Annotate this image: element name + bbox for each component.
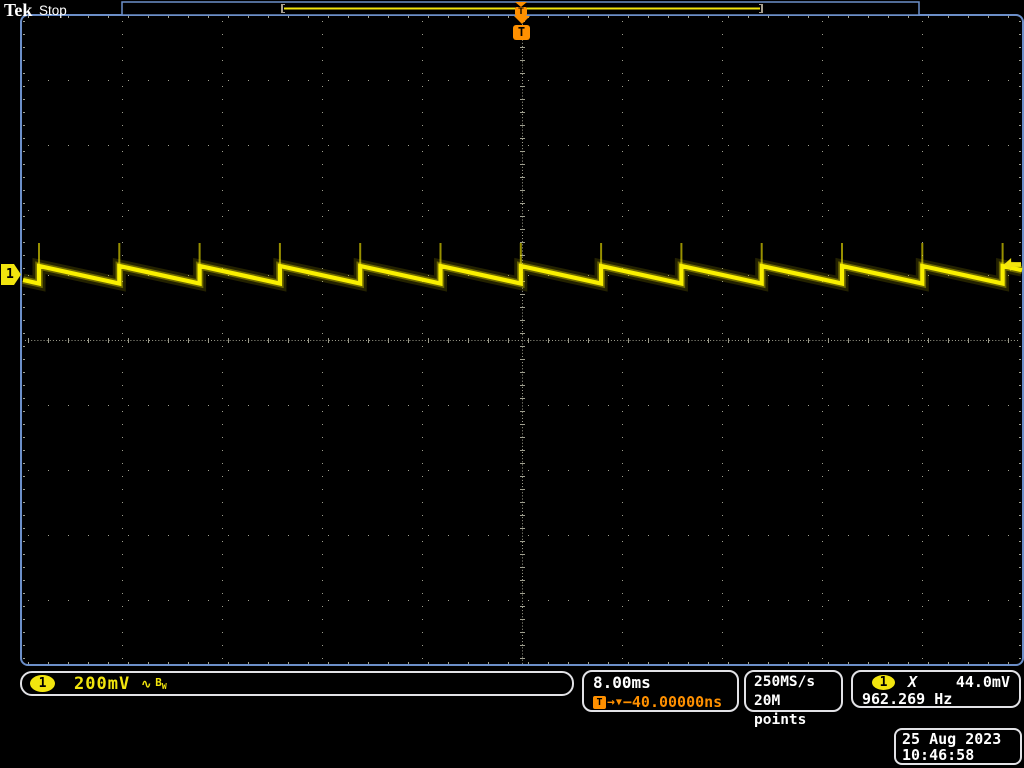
trigger-delay-value: −40.00000ns xyxy=(622,693,723,711)
timebase-scale: 8.00ms xyxy=(593,673,651,692)
graticule-canvas xyxy=(0,0,1024,768)
tek-logo: Tek xyxy=(4,0,33,20)
bw-sub: W xyxy=(161,682,167,692)
measurement-label: X xyxy=(908,673,918,691)
acquisition-status: Stop xyxy=(39,3,67,18)
ac-coupling-icon: ∿ xyxy=(141,676,152,691)
measurement-value: 44.0mV xyxy=(955,673,1010,691)
time-text: 10:46:58 xyxy=(902,746,975,764)
grid-dots xyxy=(23,16,1021,664)
timebase-readout[interactable]: 8.00ms T → ▼ −40.00000ns xyxy=(582,670,739,712)
channel1-readout[interactable]: 1 200mV ∿ BW xyxy=(20,671,574,696)
measurement-frequency: 962.269 Hz xyxy=(862,690,953,708)
trigger-t-badge-icon: T xyxy=(513,25,530,40)
record-length: 20M points xyxy=(754,693,807,728)
bw-main: B xyxy=(155,675,162,689)
waveform-overshoot-spikes xyxy=(38,243,1004,266)
trigger-t-icon: T xyxy=(593,695,606,709)
oscilloscope-screen: Tek Stop T T 1 1 200mV ∿ BW 8.00ms T → ▼… xyxy=(0,0,1024,768)
arrow-right-icon: → xyxy=(607,694,615,710)
measurement-row: 1 X 44.0mV xyxy=(853,673,1019,691)
bandwidth-limit-icon: BW xyxy=(155,676,166,691)
acquisition-readout[interactable]: 250MS/s 20M points xyxy=(744,670,843,728)
datetime-readout: 25 Aug 2023 10:46:58 xyxy=(894,728,1022,765)
channel1-scale: 200mV xyxy=(74,673,131,694)
trigger-delay-row: T → ▼ −40.00000ns xyxy=(593,693,737,711)
date-text: 25 Aug 2023 xyxy=(902,730,1002,748)
measurement-readout[interactable]: 1 X 44.0mV 962.269 Hz xyxy=(851,670,1021,708)
measurement-source-badge: 1 xyxy=(872,674,895,690)
trigger-position-marker[interactable]: T xyxy=(513,16,530,40)
trigger-down-arrow-icon xyxy=(513,16,530,24)
trigger-t-icon: T xyxy=(515,7,527,16)
trigger-slope-icon: ▼ xyxy=(615,696,622,708)
trigger-position-bar-marker[interactable]: T xyxy=(515,2,527,16)
sample-rate: 250MS/s xyxy=(754,674,816,690)
channel1-badge: 1 xyxy=(30,675,55,692)
